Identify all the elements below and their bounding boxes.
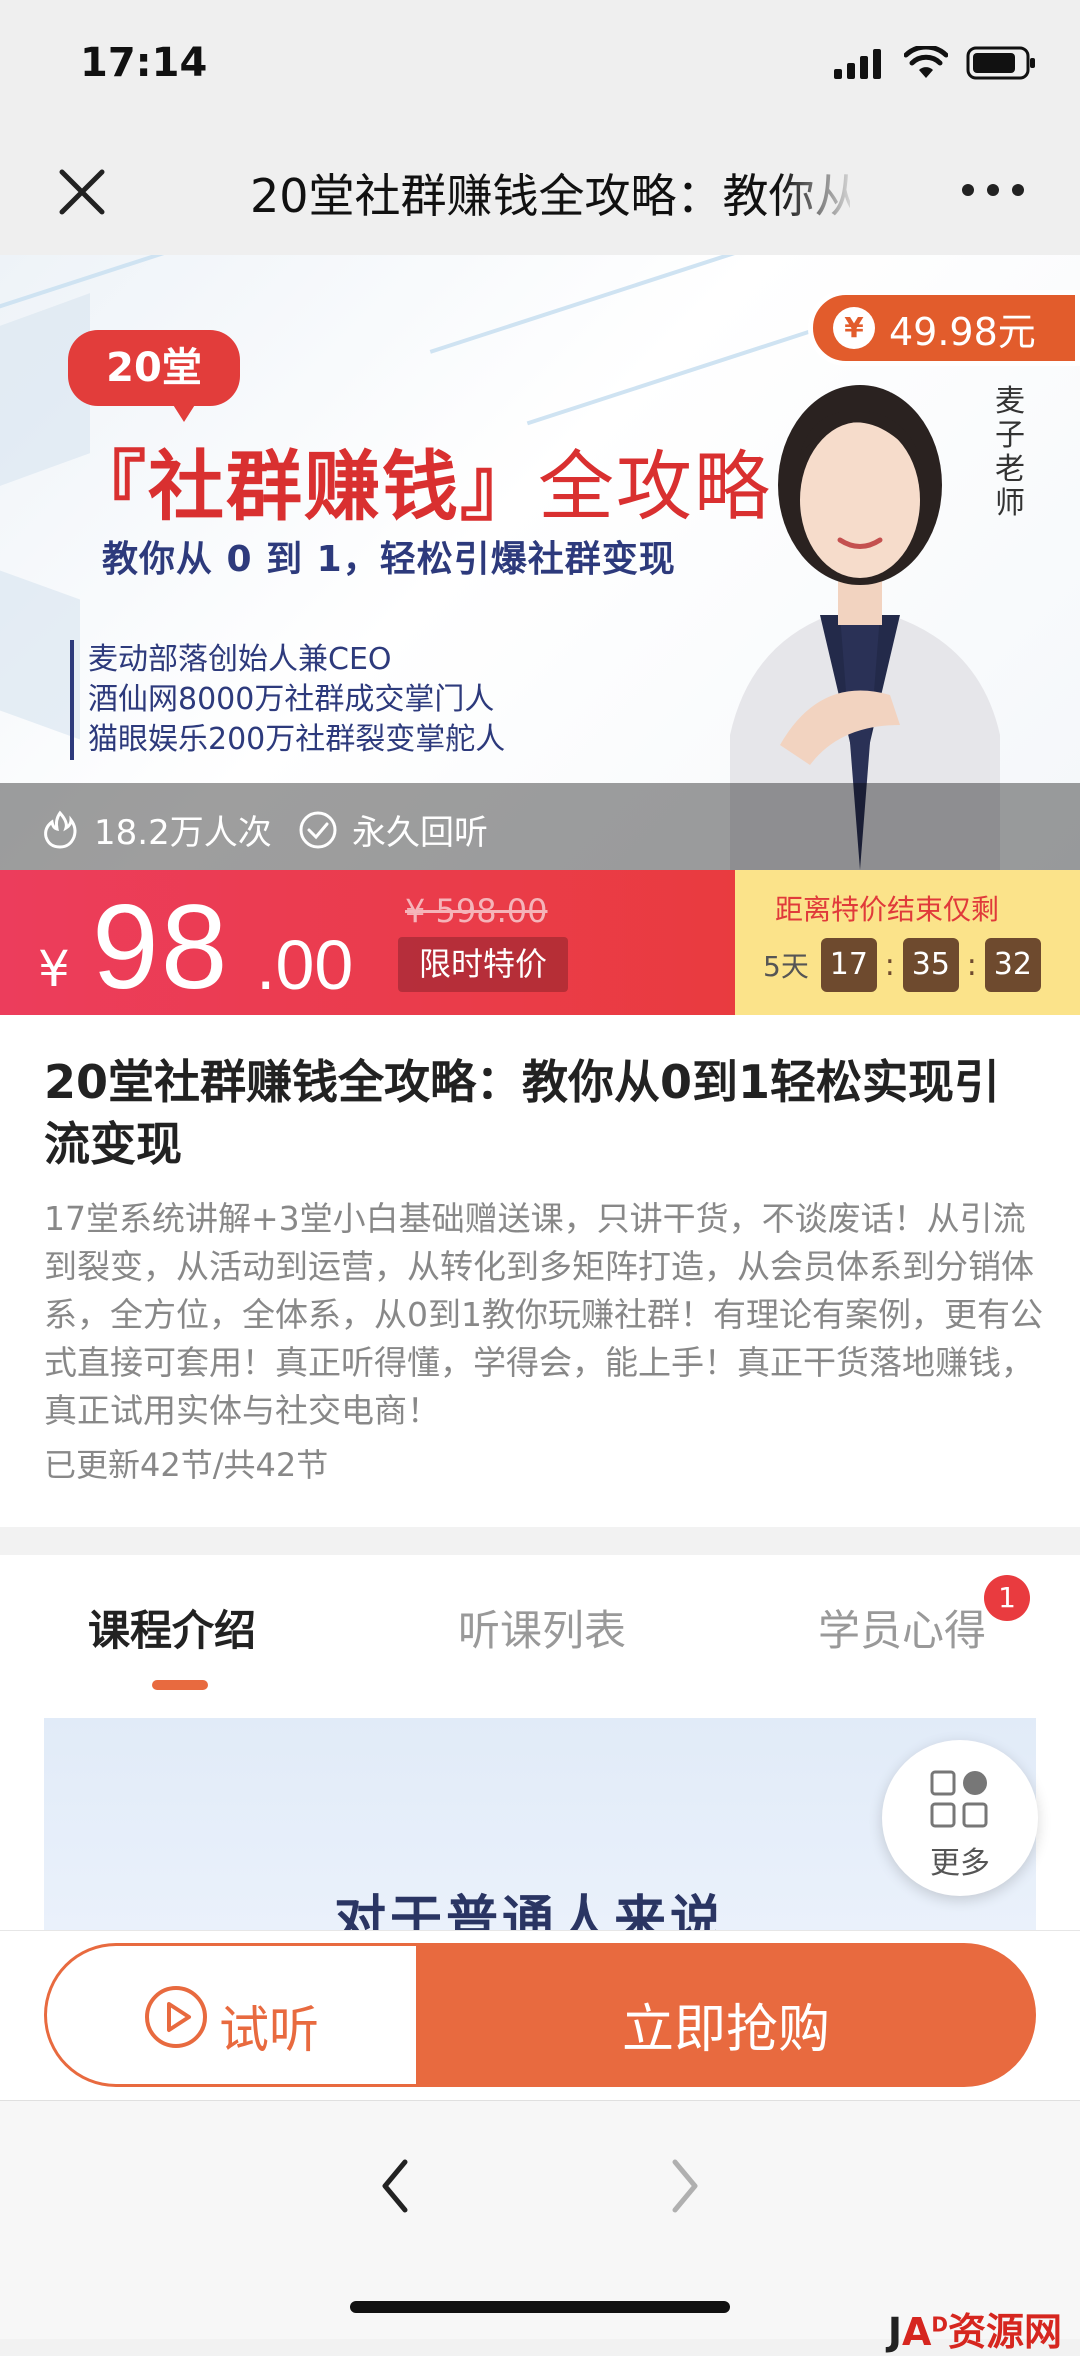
flame-icon (44, 810, 77, 849)
teacher-credentials: 麦动部落创始人兼CEO 酒仙网8000万社群成交掌门人 猫眼娱乐200万社群裂变… (70, 640, 505, 760)
status-time: 17:14 (80, 40, 208, 86)
stats-bar: 18.2万人次 永久回听 (0, 783, 1080, 870)
banner-subtitle: 教你从 0 到 1，轻松引爆社群变现 (102, 539, 676, 580)
intro-image-text: 对于普通人来说 (334, 1891, 727, 1930)
banner-decoration (0, 255, 215, 320)
wifi-icon (904, 46, 948, 78)
countdown-minutes: 35 (902, 938, 959, 992)
more-button[interactable]: 更多 (882, 1740, 1038, 1896)
credential-line: 酒仙网8000万社群成交掌门人 (88, 682, 495, 717)
countdown-section: 距离特价结束仅剩 5天 17 : 35 : 32 (735, 870, 1080, 1015)
credential-line: 猫眼娱乐200万社群裂变掌舵人 (88, 722, 506, 757)
countdown-separator: : (884, 947, 895, 983)
banner-decoration (0, 570, 80, 740)
countdown-seconds: 32 (984, 938, 1041, 992)
page-title: 20堂社群赚钱全攻略：教你从0到1轻松实现引流变现 (250, 169, 850, 223)
forward-arrow-icon[interactable] (665, 2146, 705, 2226)
watermark-a: A (901, 2310, 932, 2354)
home-indicator (350, 2301, 730, 2313)
more-options-icon[interactable] (958, 170, 1028, 210)
course-banner: 20堂 『社群赚钱』全攻略 教你从 0 到 1，轻松引爆社群变现 麦动部落创始人… (0, 255, 1080, 870)
plays-stat: 18.2万人次 (40, 805, 272, 854)
countdown-timer: 5天 17 : 35 : 32 (763, 938, 1041, 992)
countdown-title: 距离特价结束仅剩 (775, 893, 1000, 926)
check-circle-icon (299, 811, 337, 848)
close-icon[interactable] (52, 162, 112, 222)
limited-offer-label: 限时特价 (398, 937, 568, 992)
plays-count: 18.2万人次 (94, 813, 272, 853)
back-arrow-icon[interactable] (375, 2146, 415, 2226)
reviews-count-badge: 1 (984, 1575, 1030, 1621)
tab-lesson-list[interactable]: 听课列表 (458, 1597, 626, 1658)
watermark-j: J (887, 2310, 902, 2354)
purchase-action-bar: 试听 立即抢购 (0, 1930, 1080, 2100)
status-bar: 17:14 (0, 0, 1080, 130)
course-progress: 已更新42节/共42节 (44, 1446, 329, 1484)
banner-headline: 『社群赚钱』全攻略 (70, 425, 772, 535)
nav-bar: 20堂社群赚钱全攻略：教你从0到1轻松实现引流变现 (0, 130, 1080, 255)
watermark-d: D (931, 2312, 948, 2337)
price-tag-value: 49.98元 (889, 309, 1036, 354)
course-title: 20堂社群赚钱全攻略：教你从0到1轻松实现引流变现 (44, 1055, 1001, 1171)
price-integer: 98 (92, 880, 230, 1014)
countdown-hours: 17 (820, 938, 877, 992)
price-decimal: .00 (256, 926, 354, 1004)
buy-now-button[interactable]: 立即抢购 (416, 1943, 1036, 2087)
countdown-days: 5天 (763, 950, 809, 983)
tab-bar: 课程介绍 听课列表 学员心得 1 (0, 1555, 1080, 1690)
headline-bold: 『社群赚钱』 (70, 442, 538, 531)
watermark: JAD资源网 (888, 2301, 1062, 2356)
more-label: 更多 (930, 1846, 990, 1881)
tab-student-reviews[interactable]: 学员心得 (818, 1597, 986, 1658)
price-section: ¥ 98 .00 ¥ 598.00 限时特价 (0, 870, 735, 1015)
status-icons (834, 46, 1036, 80)
badge-tail (170, 400, 198, 422)
countdown-separator: : (966, 947, 977, 983)
active-tab-indicator (152, 1680, 208, 1690)
lesson-count-badge: 20堂 (68, 330, 240, 406)
browser-toolbar: JAD资源网 (0, 2100, 1080, 2354)
battery-icon (966, 46, 1035, 80)
currency-symbol: ¥ (38, 940, 70, 998)
credential-line: 麦动部落创始人兼CEO (88, 642, 392, 677)
trial-label: 试听 (219, 2001, 319, 2059)
replay-label: 永久回听 (352, 813, 488, 853)
original-price: ¥ 598.00 (405, 892, 548, 930)
course-info: 20堂社群赚钱全攻略：教你从0到1轻松实现引流变现 17堂系统讲解+3堂小白基础… (0, 1015, 1080, 1527)
money-bag-icon: ¥ (833, 307, 875, 349)
teacher-name: 麦子老师 (995, 384, 1025, 521)
signal-icon (834, 49, 881, 79)
price-tag: ¥ 49.98元 (808, 290, 1080, 366)
watermark-text: 资源网 (947, 2310, 1062, 2354)
buy-label: 立即抢购 (621, 2000, 830, 2060)
replay-stat: 永久回听 (298, 805, 488, 854)
play-circle-icon (145, 1986, 207, 2048)
price-bar: ¥ 98 .00 ¥ 598.00 限时特价 距离特价结束仅剩 5天 17 : … (0, 870, 1080, 1015)
course-description: 17堂系统讲解+3堂小白基础赠送课，只讲干货，不谈废话！从引流到裂变，从活动到运… (44, 1199, 1043, 1430)
title-fade (780, 150, 860, 230)
grid-icon (930, 1770, 988, 1828)
tab-course-intro[interactable]: 课程介绍 (88, 1597, 256, 1658)
